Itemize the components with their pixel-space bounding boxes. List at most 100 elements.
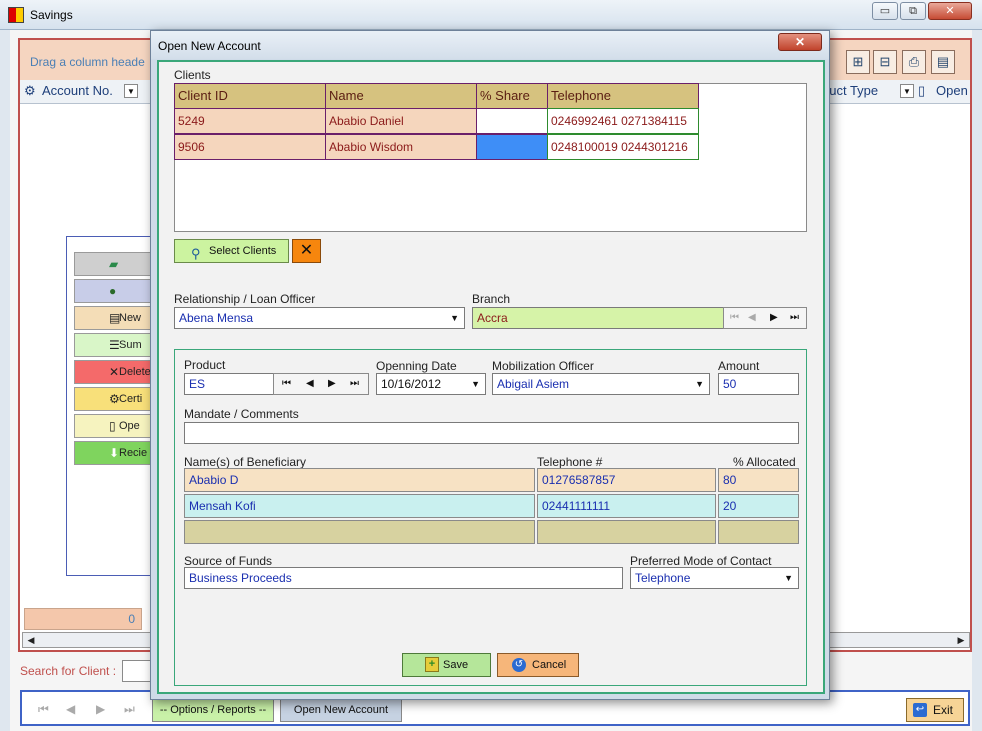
tab-options-reports[interactable]: -- Options / Reports -- [152, 698, 274, 722]
chevron-down-icon[interactable]: ▼ [124, 84, 138, 98]
next-record-icon[interactable]: ▶ [328, 378, 336, 389]
client-id-cell[interactable]: 9506 [174, 134, 326, 160]
next-record-icon[interactable]: ▶ [96, 702, 105, 716]
branch-field[interactable]: Accra [472, 307, 724, 329]
exit-button[interactable]: ↩ Exit [906, 698, 964, 722]
save-icon: + [425, 657, 439, 672]
certificate-button[interactable]: ⚙ Certi [74, 387, 154, 411]
beneficiary-name-cell[interactable] [184, 520, 535, 544]
chevron-down-icon[interactable]: ▼ [900, 84, 914, 98]
last-record-icon[interactable]: ⏭ [350, 378, 359, 389]
product-navigator: ⏮ ◀ ▶ ⏭ [273, 373, 369, 395]
preferred-contact-select[interactable]: Telephone ▼ [630, 567, 799, 589]
undo-icon: ↺ [512, 658, 526, 672]
amount-field[interactable]: 50 [718, 373, 799, 395]
client-share-cell[interactable] [476, 108, 548, 134]
beneficiary-allocated-cell[interactable]: 80 [718, 468, 799, 492]
column-account-no[interactable]: Account No. [42, 83, 113, 98]
search-label: Search for Client : [20, 664, 117, 678]
header-client-id: Client ID [174, 83, 326, 109]
beneficiary-telephone-cell[interactable]: 02441111111 [537, 494, 716, 518]
mobilization-officer-select[interactable]: Abigail Asiem ▼ [492, 373, 710, 395]
chevron-down-icon: ▼ [471, 379, 480, 389]
column-open[interactable]: Open [936, 83, 968, 98]
open-button[interactable]: ▯ Ope [74, 414, 154, 438]
source-of-funds-label: Source of Funds [184, 554, 273, 568]
beneficiary-allocated-header: % Allocated [733, 455, 796, 469]
column-product-type[interactable]: duct Type [822, 83, 878, 98]
collapse-icon[interactable]: ⊟ [873, 50, 897, 74]
beneficiary-name-cell[interactable]: Ababio D [184, 468, 535, 492]
clients-label: Clients [174, 68, 211, 82]
window-title: Savings [30, 8, 73, 22]
client-share-cell-selected[interactable] [476, 134, 548, 160]
document-icon: ▯ [918, 83, 926, 98]
source-of-funds-field[interactable]: Business Proceeds [184, 567, 623, 589]
remove-client-button[interactable]: ✕ [292, 239, 321, 263]
first-record-icon[interactable]: ⏮ [282, 378, 291, 389]
product-field[interactable]: ES [184, 373, 274, 395]
x-icon: ✕ [109, 365, 120, 379]
scroll-left-icon[interactable]: ◀ [24, 634, 38, 646]
gear-icon[interactable]: ⚙ [24, 83, 36, 99]
page-icon: ▯ [109, 419, 116, 433]
opening-date-label: Openning Date [376, 359, 457, 373]
previous-record-icon[interactable]: ◀ [748, 312, 756, 323]
last-record-icon[interactable]: ⏭ [124, 702, 135, 717]
search-icon: ⚲ [191, 246, 201, 261]
client-telephone-cell[interactable]: 0248100019 0244301216 [547, 134, 699, 160]
client-telephone-cell[interactable]: 0246992461 0271384115 [547, 108, 699, 134]
group-hint-text: Drag a column heade [30, 55, 145, 69]
beneficiary-name-cell[interactable]: Mensah Kofi [184, 494, 535, 518]
record-count: 0 [24, 608, 142, 630]
client-button[interactable]: ● [74, 279, 154, 303]
first-record-icon[interactable]: ⏮ [730, 312, 739, 323]
list-icon: ☰ [109, 338, 120, 352]
mandate-comments-field[interactable] [184, 422, 799, 444]
beneficiary-telephone-cell[interactable]: 01276587857 [537, 468, 716, 492]
client-name-cell[interactable]: Ababio Wisdom [325, 134, 477, 160]
mandate-label: Mandate / Comments [184, 407, 299, 421]
scroll-right-icon[interactable]: ▶ [954, 634, 968, 646]
tab-open-new-account[interactable]: Open New Account [280, 698, 402, 722]
tree-view-icon[interactable]: ⊞ [846, 50, 870, 74]
previous-record-icon[interactable]: ◀ [66, 702, 75, 716]
branch-navigator: ⏮ ◀ ▶ ⏭ [723, 307, 807, 329]
save-button[interactable]: + Save [402, 653, 491, 677]
minimize-button[interactable]: ▭ [872, 2, 898, 20]
user-icon: ● [109, 284, 117, 298]
header-name: Name [325, 83, 477, 109]
beneficiary-allocated-cell[interactable]: 20 [718, 494, 799, 518]
summary-button[interactable]: ☰ Sum [74, 333, 154, 357]
delete-button[interactable]: ✕ Delete [74, 360, 154, 384]
download-icon: ⬇ [109, 446, 120, 460]
next-record-icon[interactable]: ▶ [770, 312, 778, 323]
maximize-button[interactable]: ⧉ [900, 2, 926, 20]
previous-record-icon[interactable]: ◀ [306, 378, 314, 389]
beneficiary-telephone-cell[interactable] [537, 520, 716, 544]
client-name-cell[interactable]: Ababio Daniel [325, 108, 477, 134]
dialog-close-button[interactable]: ✕ [778, 33, 822, 51]
close-button[interactable]: ✕ [928, 2, 972, 20]
first-record-icon[interactable]: ⏮ [38, 702, 49, 717]
client-id-cell[interactable]: 5249 [174, 108, 326, 134]
gear-icon: ⚙ [109, 392, 120, 406]
cancel-button[interactable]: ↺ Cancel [497, 653, 579, 677]
close-icon: ✕ [299, 242, 314, 259]
open-folder-button[interactable]: ▰ [74, 252, 154, 276]
new-button[interactable]: ▤ New [74, 306, 154, 330]
receive-button[interactable]: ⬇ Recie [74, 441, 154, 465]
last-record-icon[interactable]: ⏭ [790, 312, 799, 323]
export-icon[interactable]: ▤ [931, 50, 955, 74]
relationship-officer-select[interactable]: Abena Mensa ▼ [174, 307, 465, 329]
mobilization-officer-label: Mobilization Officer [492, 359, 594, 373]
chevron-down-icon: ▼ [695, 379, 704, 389]
header-share: % Share [476, 83, 548, 109]
print-icon[interactable]: ⎙ [902, 50, 926, 74]
select-clients-button[interactable]: ⚲ Select Clients [174, 239, 289, 263]
branch-label: Branch [472, 292, 511, 306]
header-telephone: Telephone [547, 83, 699, 109]
beneficiary-allocated-cell[interactable] [718, 520, 799, 544]
opening-date-picker[interactable]: 10/16/2012 ▼ [376, 373, 486, 395]
chevron-down-icon: ▼ [450, 313, 459, 323]
